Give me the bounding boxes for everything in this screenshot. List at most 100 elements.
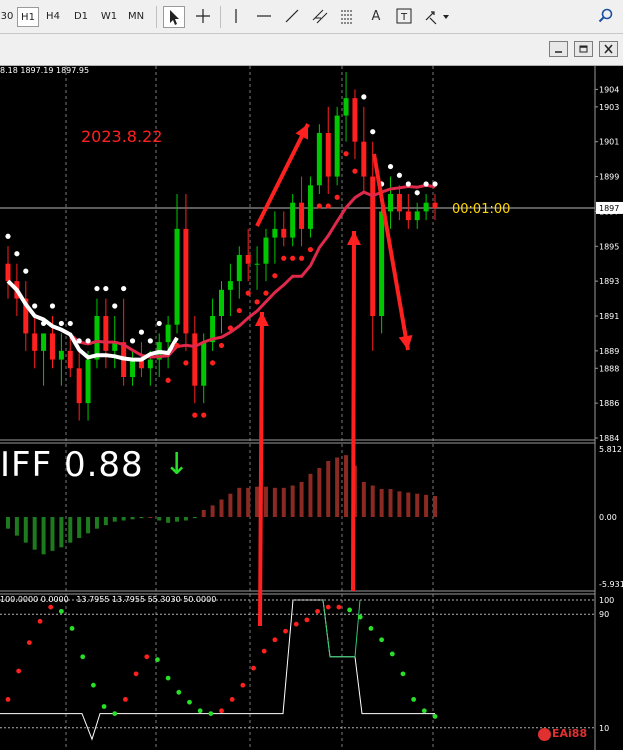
- histogram-bar: [388, 489, 393, 517]
- candle-body: [290, 202, 296, 238]
- stochastic-axis-label: 90: [599, 610, 609, 619]
- stochastic-dot: [304, 617, 310, 623]
- candle-body: [388, 194, 394, 212]
- candle-body: [183, 228, 189, 334]
- sar-dot: [352, 168, 358, 174]
- toolbar-separator: [220, 6, 221, 28]
- timeframe-h4[interactable]: H4: [42, 7, 64, 27]
- histogram-bar: [246, 487, 251, 517]
- timeframe-w1[interactable]: W1: [98, 7, 120, 27]
- sar-dot: [423, 181, 429, 187]
- vertical-line-icon[interactable]: [226, 6, 246, 28]
- arrows-icon[interactable]: [422, 6, 452, 28]
- timeframe-mn[interactable]: MN: [125, 7, 147, 27]
- histogram-bar: [210, 505, 215, 517]
- stochastic-dot: [347, 607, 352, 613]
- histogram-bar: [14, 517, 19, 536]
- histogram-bar: [59, 517, 64, 548]
- sar-dot: [49, 303, 56, 309]
- indicator-axis-label: 5.812: [599, 445, 622, 454]
- timeframe-d1[interactable]: D1: [70, 7, 92, 27]
- histogram-bar: [32, 517, 37, 550]
- down-arrow-icon: ↓: [164, 447, 190, 482]
- histogram-bar: [433, 496, 437, 517]
- histogram-bar: [237, 487, 242, 517]
- stochastic-dot: [58, 608, 64, 614]
- sar-dot: [23, 268, 29, 274]
- candle-body: [76, 368, 82, 404]
- histogram-bar: [86, 517, 91, 534]
- sar-dot: [334, 194, 340, 200]
- sar-dot: [218, 342, 225, 349]
- sar-dot: [85, 338, 91, 344]
- sar-dot: [165, 377, 171, 383]
- timeframe-m30[interactable]: 30: [0, 7, 14, 27]
- stochastic-parameters: 100.0000 0.0000 13.7955 13.7955 55.3030 …: [0, 595, 217, 604]
- histogram-bar: [157, 517, 162, 521]
- stochastic-dot: [379, 637, 385, 643]
- trendline-icon[interactable]: [282, 6, 302, 28]
- price-label: 1899: [599, 173, 619, 182]
- search-icon[interactable]: [596, 6, 616, 28]
- price-label: 1893: [599, 277, 619, 286]
- histogram-bar: [361, 482, 366, 517]
- histogram-bar: [424, 494, 429, 517]
- cursor-icon[interactable]: [163, 6, 185, 28]
- chart-area[interactable]: 1904 1903 1901 1899 1897 1895 1893 1891 1889 1888…: [0, 66, 623, 750]
- stochastic-axis-label: 100: [599, 596, 614, 605]
- candle-body: [405, 211, 411, 221]
- text-icon[interactable]: A: [366, 6, 386, 28]
- sar-dot: [76, 338, 82, 344]
- chart-window-bar: [0, 34, 623, 66]
- timeframe-h1[interactable]: H1: [17, 7, 39, 27]
- histogram-bar: [308, 473, 313, 517]
- candle-body: [414, 211, 420, 221]
- sar-dot: [272, 273, 278, 279]
- candle-body: [219, 289, 224, 316]
- sar-dot: [156, 320, 162, 327]
- histogram-bar: [228, 493, 233, 517]
- sar-dot: [94, 285, 100, 292]
- stochastic-dot: [5, 697, 11, 702]
- sar-dot: [121, 285, 127, 292]
- bar-countdown: 00:01:00: [452, 202, 511, 217]
- histogram-bar: [255, 486, 260, 517]
- stochastic-dot: [251, 665, 256, 671]
- stochastic-dot: [261, 648, 267, 654]
- channel-icon[interactable]: [310, 6, 330, 28]
- close-icon[interactable]: [599, 41, 618, 57]
- candle-body: [361, 141, 367, 177]
- histogram-bar: [23, 517, 28, 543]
- histogram-bar: [379, 489, 384, 517]
- stochastic-dot: [368, 626, 374, 631]
- histogram-bar: [41, 517, 46, 555]
- restore-icon[interactable]: [574, 41, 593, 57]
- histogram-bar: [415, 493, 420, 517]
- stochastic-axis-label: 10: [599, 724, 609, 733]
- label-tool-letter: T: [400, 12, 408, 23]
- arrow-up-signal: [351, 230, 356, 592]
- candle-body: [174, 228, 180, 325]
- sar-dot: [129, 338, 136, 344]
- candle-body: [147, 359, 153, 369]
- candle-body: [201, 342, 207, 386]
- horizontal-line-icon[interactable]: [254, 6, 274, 28]
- stochastic-dot: [421, 708, 427, 714]
- sar-dot: [236, 307, 242, 314]
- pane-dividers: [0, 66, 596, 750]
- histogram-bar: [281, 487, 286, 517]
- histogram-bar: [94, 517, 99, 529]
- sar-dot: [201, 412, 207, 418]
- sar-dot: [432, 181, 438, 187]
- minimize-icon[interactable]: [549, 41, 568, 57]
- candlestick-series: [5, 72, 438, 421]
- fibonacci-icon[interactable]: [338, 6, 358, 28]
- candle-body: [103, 316, 109, 351]
- candle-body: [41, 333, 47, 351]
- label-icon[interactable]: T: [394, 6, 414, 28]
- crosshair-icon[interactable]: [193, 6, 213, 28]
- price-label: 1891: [599, 312, 619, 321]
- histogram-bar: [130, 517, 135, 520]
- sar-dot: [316, 203, 322, 209]
- stochastic-series: [0, 599, 595, 741]
